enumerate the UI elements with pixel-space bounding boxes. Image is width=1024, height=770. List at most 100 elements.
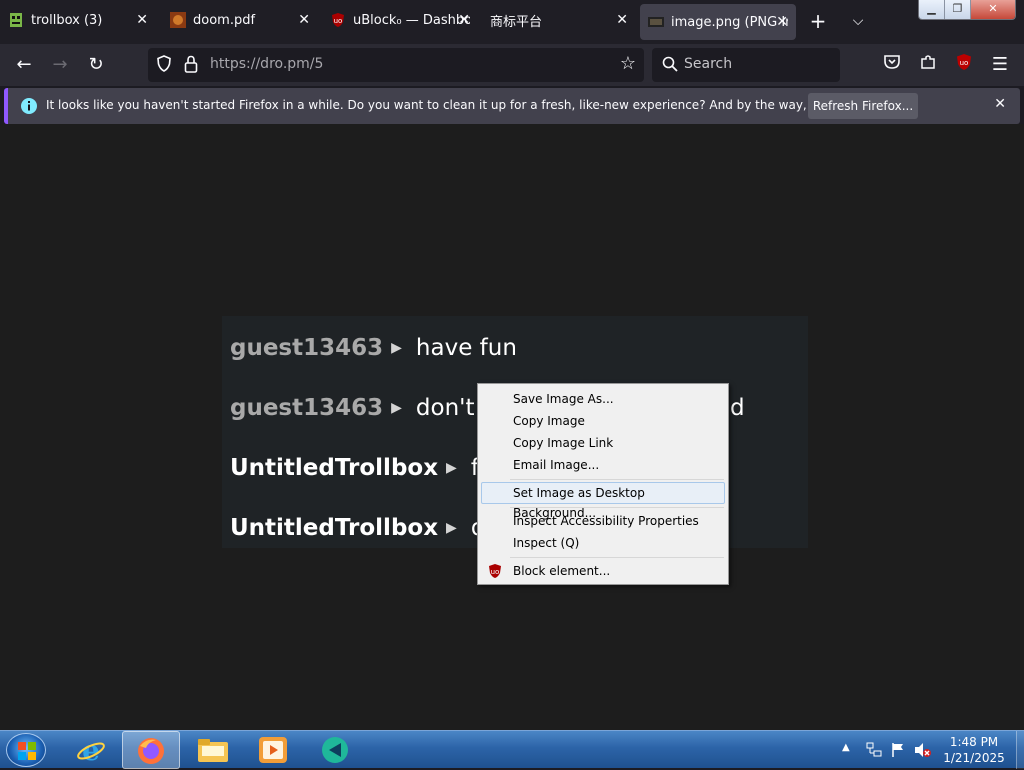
menu-item-copy-image-link[interactable]: Copy Image Link: [481, 432, 725, 454]
search-icon: [662, 56, 678, 76]
tab-strip: trollbox (3) ✕ doom.pdf ✕ uo uBlock₀ — D…: [0, 0, 1024, 44]
pocket-button[interactable]: [880, 53, 904, 77]
svg-text:e: e: [82, 735, 100, 765]
context-menu: Save Image As... Copy Image Copy Image L…: [477, 383, 729, 585]
search-placeholder: Search: [684, 56, 733, 72]
windows-logo-icon: [18, 742, 36, 764]
internet-explorer-icon: e: [76, 734, 106, 769]
menu-separator: [510, 507, 724, 508]
bookmark-star-icon[interactable]: ☆: [620, 53, 636, 74]
play-arrow-icon: ▶: [391, 400, 402, 416]
menu-separator: [510, 557, 724, 558]
chat-nick: guest13463: [230, 395, 384, 421]
menu-item-inspect[interactable]: Inspect (Q): [481, 532, 725, 554]
chat-nick: guest13463: [230, 335, 384, 361]
refresh-firefox-button[interactable]: Refresh Firefox...: [808, 93, 918, 119]
chat-nick: UntitledTrollbox: [230, 515, 439, 541]
menu-item-inspect-accessibility[interactable]: Inspect Accessibility Properties: [481, 510, 725, 532]
close-icon[interactable]: ✕: [298, 12, 310, 28]
menu-separator: [510, 479, 724, 480]
notification-message: It looks like you haven't started Firefo…: [46, 98, 902, 112]
info-icon: [20, 97, 38, 119]
tab-title: doom.pdf: [193, 12, 256, 28]
close-icon[interactable]: ✕: [616, 12, 628, 28]
windows-taskbar: e ▲ 1:48 PM 1/21/2025: [0, 730, 1024, 769]
svg-text:uo: uo: [491, 568, 500, 576]
pocket-icon: [883, 54, 901, 75]
ublock-button[interactable]: uo: [952, 53, 976, 77]
svg-text:uo: uo: [960, 59, 969, 67]
reload-button[interactable]: ↻: [84, 53, 108, 77]
trollbox-favicon-icon: [8, 12, 24, 28]
media-player-icon: [258, 736, 288, 768]
image-favicon-icon: [648, 14, 664, 30]
refresh-notification-bar: It looks like you haven't started Firefo…: [4, 88, 1020, 124]
clock-date: 1/21/2025: [943, 751, 1005, 765]
ublock-icon: uo: [487, 563, 503, 586]
lock-icon[interactable]: [184, 55, 198, 77]
taskbar-file-explorer[interactable]: [184, 731, 242, 769]
taskbar-app[interactable]: [306, 731, 364, 769]
chat-nick: UntitledTrollbox: [230, 455, 439, 481]
search-bar[interactable]: Search: [652, 48, 840, 82]
menu-item-set-desktop-background[interactable]: Set Image as Desktop Background...: [481, 482, 725, 520]
chat-text-fragment: d: [730, 395, 745, 421]
url-bar[interactable]: https://dro.pm/5 ☆: [148, 48, 644, 82]
taskbar-internet-explorer[interactable]: e: [62, 731, 120, 769]
new-tab-button[interactable]: +: [804, 8, 832, 36]
tab-image[interactable]: image.png (PNG Im ✕: [640, 4, 796, 40]
ublock-icon: uo: [955, 54, 973, 76]
firefox-icon: [136, 736, 166, 770]
system-clock[interactable]: 1:48 PM 1/21/2025: [932, 734, 1016, 766]
window-close-button[interactable]: ✕: [971, 0, 1015, 19]
menu-item-block-element[interactable]: uo Block element...: [481, 560, 725, 582]
chat-message: UntitledTrollbox ▶ dor: [230, 508, 509, 548]
url-text: https://dro.pm/5: [210, 56, 324, 72]
tab-title: 商标平台: [490, 14, 543, 30]
file-explorer-icon: [197, 736, 229, 768]
svg-text:uo: uo: [334, 17, 343, 25]
menu-item-copy-image[interactable]: Copy Image: [481, 410, 725, 432]
app-icon: [320, 735, 350, 769]
tab-title: uBlock₀ — Dashbo: [353, 12, 470, 28]
back-arrow-icon: ←: [16, 54, 32, 75]
menu-item-save-image-as[interactable]: Save Image As...: [481, 388, 725, 410]
chat-message: guest13463 ▶ have fun: [230, 328, 517, 368]
puzzle-icon: [919, 55, 937, 76]
start-button[interactable]: [6, 733, 46, 767]
network-icon[interactable]: [866, 742, 882, 762]
tab-title: trollbox (3): [31, 12, 103, 28]
taskbar-firefox[interactable]: [122, 731, 180, 769]
close-icon[interactable]: ✕: [458, 12, 470, 28]
minimize-button[interactable]: ▁: [919, 0, 945, 19]
tab-ublock[interactable]: uo uBlock₀ — Dashbo ✕: [322, 0, 478, 40]
notification-close-icon[interactable]: ✕: [994, 96, 1006, 112]
clock-time: 1:48 PM: [949, 735, 999, 749]
show-desktop-button[interactable]: [1016, 731, 1024, 769]
tab-title: image.png (PNG Im: [671, 14, 788, 30]
chat-message: UntitledTrollbox ▶ fr: [230, 448, 488, 488]
menu-item-email-image[interactable]: Email Image...: [481, 454, 725, 476]
tab-trademark[interactable]: 商标平台 ✕: [482, 0, 636, 40]
tab-doom[interactable]: doom.pdf ✕: [162, 0, 318, 40]
play-arrow-icon: ▶: [446, 460, 457, 476]
taskbar-media-player[interactable]: [244, 731, 302, 769]
close-icon[interactable]: ✕: [136, 12, 148, 28]
reload-icon: ↻: [88, 54, 104, 75]
close-icon[interactable]: ✕: [776, 14, 788, 30]
back-button[interactable]: ←: [12, 53, 36, 77]
shield-icon[interactable]: [156, 55, 172, 77]
action-center-flag-icon[interactable]: [890, 742, 906, 762]
extensions-button[interactable]: [916, 53, 940, 77]
app-menu-button[interactable]: ☰: [988, 53, 1012, 77]
list-tabs-button[interactable]: ⌵: [844, 8, 872, 36]
show-hidden-icons-button[interactable]: ▲: [842, 742, 850, 753]
window-controls: ▁ ❐ ✕: [918, 0, 1016, 20]
play-arrow-icon: ▶: [391, 340, 402, 356]
restore-button[interactable]: ❐: [945, 0, 971, 19]
chevron-down-icon: ⌵: [852, 13, 864, 29]
play-arrow-icon: ▶: [446, 520, 457, 536]
volume-muted-icon[interactable]: [914, 742, 932, 762]
forward-button[interactable]: →: [48, 53, 72, 77]
tab-trollbox[interactable]: trollbox (3) ✕: [0, 0, 156, 40]
